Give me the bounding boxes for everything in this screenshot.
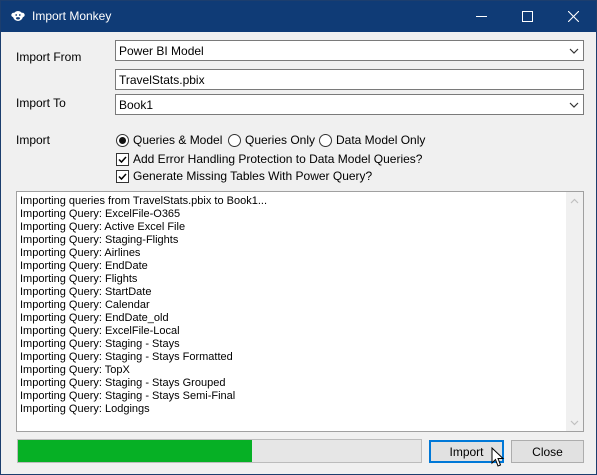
log-line: Importing Query: Staging - Stays Formatt… [20,351,233,363]
maximize-button[interactable] [504,1,550,32]
import-to-value: Book1 [119,98,154,112]
file-path-value: TravelStats.pbix [119,73,205,87]
radio-selected-icon [116,133,129,147]
log-lines: Importing queries from TravelStats.pbix … [20,195,565,416]
log-line: Importing queries from TravelStats.pbix … [20,195,268,207]
file-path-input[interactable]: TravelStats.pbix [115,69,584,90]
radio-label: Data Model Only [336,133,426,147]
import-to-label: Import To [16,96,66,110]
log-line: Importing Query: Airlines [20,247,141,259]
scroll-down-button[interactable] [566,414,583,431]
minimize-button[interactable] [458,1,504,32]
checkbox-generate-missing-tables[interactable]: Generate Missing Tables With Power Query… [116,168,372,184]
log-line: Importing Query: Lodgings [20,403,150,415]
import-from-label: Import From [16,50,82,64]
chevron-down-icon [569,48,579,54]
mouse-cursor-icon [491,447,505,467]
radio-queries-only[interactable]: Queries Only [228,132,315,148]
chevron-down-icon [569,102,579,108]
log-line: Importing Query: Active Excel File [20,221,186,233]
checkbox-checked-icon [116,152,129,166]
log-line: Importing Query: EndDate [20,260,148,272]
checkbox-label: Generate Missing Tables With Power Query… [133,169,373,183]
log-line: Importing Query: Staging-Flights [20,234,179,246]
import-from-select[interactable]: Power BI Model [115,40,584,61]
chevron-down-icon [570,420,579,425]
log-line: Importing Query: Staging - Stays [20,338,180,350]
log-line: Importing Query: Staging - Stays Grouped [20,377,226,389]
log-line: Importing Query: ExcelFile-O365 [20,208,181,220]
radio-data-model-only[interactable]: Data Model Only [319,132,425,148]
checkbox-label: Add Error Handling Protection to Data Mo… [133,152,423,166]
import-to-select[interactable]: Book1 [115,94,584,115]
close-button[interactable]: Close [511,440,584,463]
log-line: Importing Query: Flights [20,273,138,285]
close-icon [567,11,579,22]
import-progress-bar [17,439,422,463]
chevron-up-icon [570,198,579,203]
maximize-icon [521,11,533,22]
log-scrollbar[interactable] [566,192,583,431]
radio-label: Queries Only [245,133,316,147]
import-options-label: Import [16,133,51,147]
log-line: Importing Query: Calendar [20,299,150,311]
import-log-textarea[interactable]: Importing queries from TravelStats.pbix … [16,191,584,432]
radio-label: Queries & Model [133,133,223,147]
log-line: Importing Query: StartDate [20,286,152,298]
window-title: Import Monkey [32,9,112,23]
log-line: Importing Query: TopX [20,364,130,376]
checkbox-error-handling[interactable]: Add Error Handling Protection to Data Mo… [116,151,422,167]
title-bar[interactable]: Import Monkey [1,1,596,32]
checkbox-checked-icon [116,169,129,183]
radio-unselected-icon [319,133,332,147]
radio-queries-and-model[interactable]: Queries & Model [116,132,222,148]
monkey-icon [11,11,25,21]
radio-unselected-icon [228,133,241,147]
import-from-value: Power BI Model [119,44,204,58]
log-line: Importing Query: Staging - Stays Semi-Fi… [20,390,236,402]
progress-fill [18,440,252,462]
log-line: Importing Query: ExcelFile-Local [20,325,180,337]
minimize-icon [475,16,487,17]
import-monkey-window: Import Monkey Import From Power BI Model… [0,0,597,475]
close-window-button[interactable] [550,1,596,32]
log-line: Importing Query: EndDate_old [20,312,169,324]
scroll-up-button[interactable] [566,192,583,209]
